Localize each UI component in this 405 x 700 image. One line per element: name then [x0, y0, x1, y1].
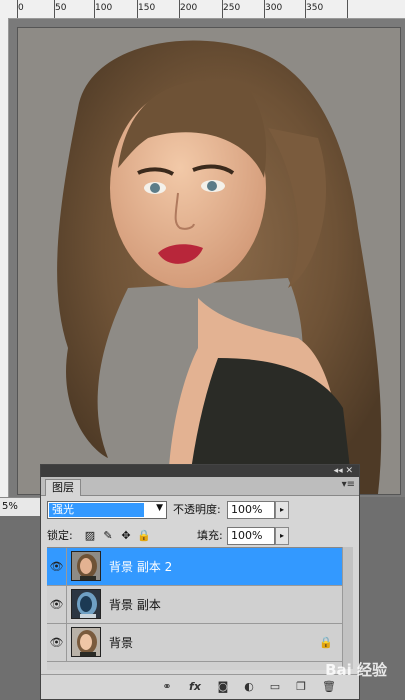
fx-icon[interactable]: fx — [187, 679, 203, 695]
ruler-tick — [54, 0, 55, 18]
portrait-image — [17, 27, 401, 495]
visibility-eye-icon[interactable]: 👁 — [47, 586, 67, 624]
ruler-tick — [305, 0, 306, 18]
layer-thumbnail — [71, 551, 101, 581]
mask-icon[interactable]: ◙ — [215, 679, 231, 695]
adjustment-icon[interactable]: ◐ — [241, 679, 257, 695]
blend-opacity-row: 强光 ▼ 不透明度: 100% ▸ — [47, 501, 353, 523]
ruler-tick — [264, 0, 265, 18]
new-layer-icon[interactable]: ❐ — [293, 679, 309, 695]
lock-icon: 🔒 — [319, 636, 333, 649]
ruler-label: 350 — [306, 3, 324, 13]
group-icon[interactable]: ▭ — [267, 679, 283, 695]
zoom-indicator[interactable]: 5% — [0, 497, 44, 516]
vertical-ruler — [0, 18, 9, 500]
blend-mode-select[interactable]: 强光 ▼ — [47, 501, 167, 519]
lock-label: 锁定: — [47, 529, 73, 542]
visibility-eye-icon[interactable]: 👁 — [47, 624, 67, 662]
ruler-label: 0 — [18, 3, 24, 13]
layer-row[interactable]: 👁 背景 🔒 — [47, 624, 347, 662]
layer-name: 背景 副本 — [109, 598, 161, 612]
lock-fill-row: 锁定: ▨ ✎ ✥ 🔒 填充: 100% ▸ — [47, 527, 353, 549]
ruler-tick — [347, 0, 348, 18]
ruler-label: 100 — [95, 3, 113, 13]
double-chevron-icon[interactable]: ◂◂ ✕ — [334, 465, 353, 477]
ruler-label: 250 — [223, 3, 241, 13]
fill-label: 填充: — [197, 529, 223, 542]
layer-row[interactable]: 👁 背景 副本 — [47, 586, 347, 624]
visibility-eye-icon[interactable]: 👁 — [47, 548, 67, 586]
panel-menu-icon[interactable]: ▾≡ — [342, 479, 355, 490]
layer-row[interactable]: 👁 背景 副本 2 — [47, 548, 347, 586]
ruler-label: 200 — [180, 3, 198, 13]
fill-field[interactable]: 100% — [227, 527, 275, 545]
thumb-portrait — [72, 552, 100, 580]
ruler-tick — [17, 0, 18, 18]
layer-thumbnail — [71, 627, 101, 657]
lock-position-icon[interactable]: ✥ — [119, 529, 133, 543]
ruler-tick — [94, 0, 95, 18]
trash-icon[interactable]: 🗑 — [321, 679, 337, 695]
opacity-slider-arrow-icon[interactable]: ▸ — [275, 501, 289, 519]
thumb-portrait — [72, 628, 100, 656]
opacity-field[interactable]: 100% — [227, 501, 275, 519]
panel-title-bar[interactable]: ◂◂ ✕ — [41, 465, 359, 477]
panel-footer: ⚭ fx ◙ ◐ ▭ ❐ 🗑 — [41, 674, 359, 699]
chevron-down-icon: ▼ — [156, 503, 163, 513]
fill-slider-arrow-icon[interactable]: ▸ — [275, 527, 289, 545]
ruler-label: 150 — [138, 3, 156, 13]
ruler-tick — [137, 0, 138, 18]
document-canvas[interactable] — [9, 19, 405, 497]
lock-all-icon[interactable]: 🔒 — [137, 529, 151, 543]
ruler-label: 300 — [265, 3, 283, 13]
layers-list: 👁 背景 副本 2 👁 背景 副本 👁 背景 🔒 — [47, 547, 347, 670]
thumb-portrait-inverted — [72, 590, 100, 618]
layer-thumbnail — [71, 589, 101, 619]
ruler-label: 50 — [55, 3, 67, 13]
ruler-tick — [222, 0, 223, 18]
layers-panel: ◂◂ ✕ 图层 ▾≡ 强光 ▼ 不透明度: 100% ▸ 锁定: ▨ ✎ ✥ 🔒… — [40, 464, 360, 700]
panel-tabs: 图层 ▾≡ — [41, 477, 359, 496]
watermark-logo: Bai 经验 — [325, 661, 387, 679]
ruler-tick — [179, 0, 180, 18]
blend-mode-value: 强光 — [49, 503, 144, 517]
layer-name: 背景 — [109, 636, 134, 650]
horizontal-ruler: 0 50 100 150 200 250 300 350 — [0, 0, 405, 19]
lock-pixels-icon[interactable]: ✎ — [101, 529, 115, 543]
lock-transparency-icon[interactable]: ▨ — [83, 529, 97, 543]
layers-scrollbar[interactable] — [342, 547, 353, 669]
layer-name: 背景 副本 2 — [109, 560, 173, 574]
portrait-illustration — [18, 28, 400, 494]
tab-layers[interactable]: 图层 — [45, 479, 81, 496]
link-icon[interactable]: ⚭ — [159, 679, 175, 695]
opacity-label: 不透明度: — [173, 503, 221, 516]
